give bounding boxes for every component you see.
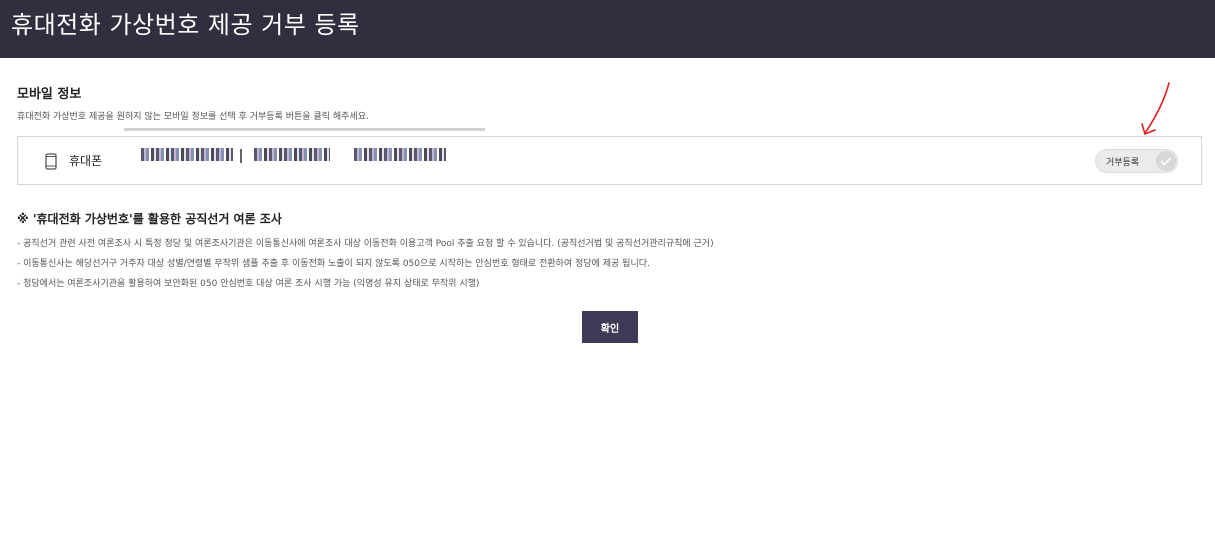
page-header: 휴대전화 가상번호 제공 거부 등록: [0, 0, 1215, 58]
notice-item: - 공직선거 관련 사전 여론조사 시 특정 정당 및 여론조사기관은 이동통신…: [17, 239, 714, 249]
notice-title: ※ '휴대전화 가상번호'를 활용한 공직선거 여론 조사: [17, 212, 282, 226]
phone-icon: [45, 153, 57, 170]
page-title: 휴대전화 가상번호 제공 거부 등록: [11, 11, 360, 39]
masked-separator: [240, 149, 242, 163]
mobile-section-description: 휴대전화 가상번호 제공을 원하지 않는 모바일 정보를 선택 후 거부등록 버…: [17, 112, 369, 122]
reject-register-button[interactable]: 거부등록: [1095, 149, 1178, 173]
mobile-device-row[interactable]: 휴대폰 거부등록: [17, 136, 1202, 185]
masked-device-info: [254, 148, 330, 161]
notice-list: - 공직선거 관련 사전 여론조사 시 특정 정당 및 여론조사기관은 이동통신…: [17, 234, 714, 294]
reject-register-label: 거부등록: [1106, 158, 1140, 168]
masked-device-info: [354, 148, 446, 161]
confirm-button[interactable]: 확인: [582, 311, 638, 343]
annotation-arrow-icon: [1141, 82, 1170, 135]
notice-item: - 정당에서는 여론조사기관을 활용하여 보안화된 050 안심번호 대상 여론…: [17, 279, 480, 289]
mobile-section-title: 모바일 정보: [17, 87, 82, 102]
horizontal-scrollbar[interactable]: [124, 128, 485, 131]
reject-toggle-knob: [1156, 151, 1176, 171]
check-icon: [1160, 156, 1172, 166]
device-label: 휴대폰: [69, 154, 103, 168]
masked-device-info: [141, 148, 233, 161]
notice-item: - 이동통신사는 해당선거구 거주자 대상 성별/연령별 무작위 샘플 추출 후…: [17, 259, 650, 269]
